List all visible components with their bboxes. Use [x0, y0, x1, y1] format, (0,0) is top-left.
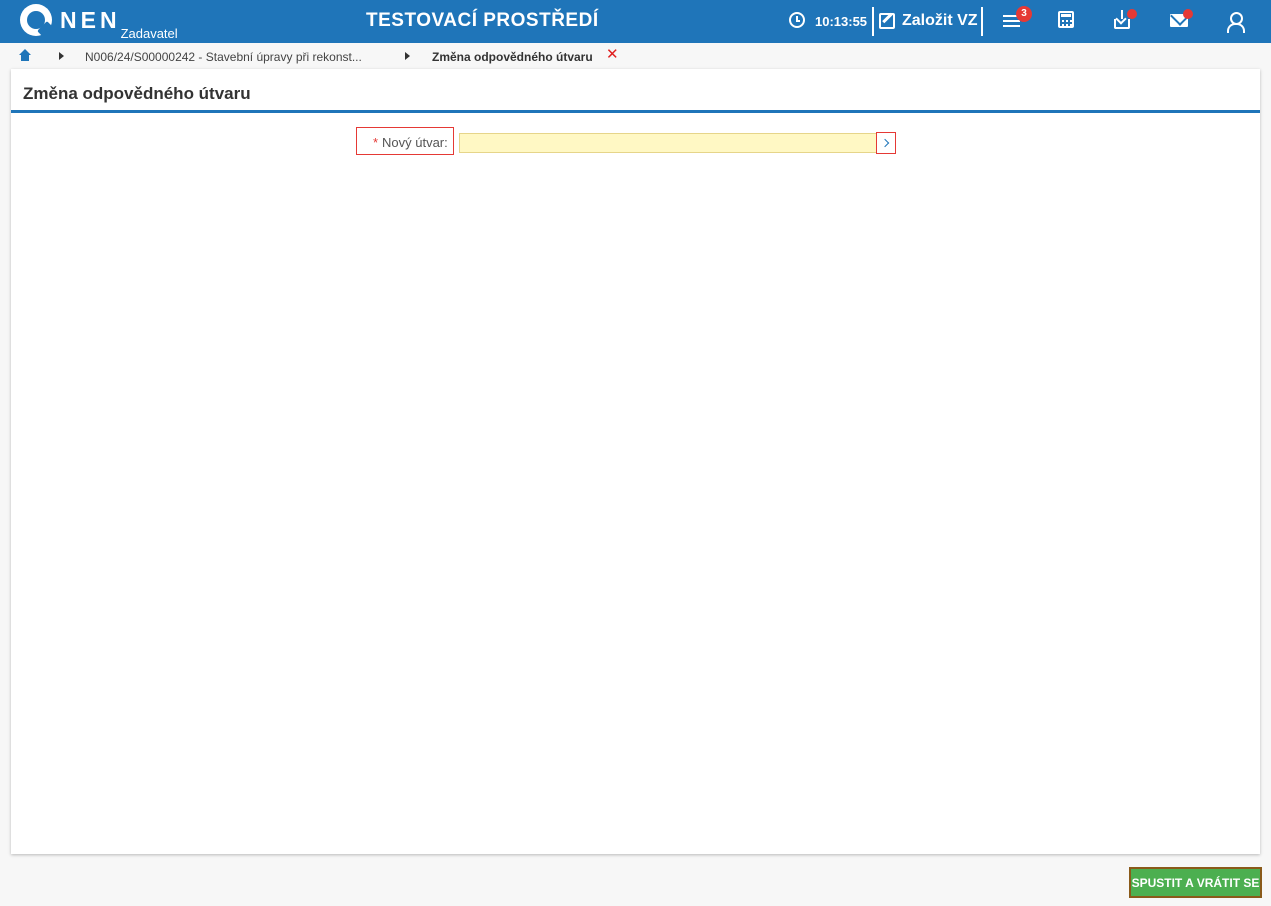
- download-arrow-icon: [1121, 10, 1123, 19]
- divider: [872, 7, 874, 36]
- new-unit-select-button[interactable]: [876, 132, 896, 154]
- main-panel: Změna odpovědného útvaru * Nový útvar:: [11, 69, 1260, 854]
- environment-title: TESTOVACÍ PROSTŘEDÍ: [366, 10, 599, 31]
- close-icon[interactable]: ✕: [606, 47, 619, 63]
- user-icon[interactable]: [1224, 11, 1246, 33]
- tasks-count-badge: 3: [1016, 6, 1032, 22]
- logo-text: NEN: [60, 7, 121, 33]
- required-marker: *: [373, 135, 379, 150]
- create-tender-label: Založit VZ: [902, 12, 978, 29]
- new-unit-label: Nový útvar:: [382, 135, 448, 150]
- chevron-right-icon: [405, 52, 410, 60]
- logo-subtitle: Zadavatel: [120, 26, 178, 41]
- breadcrumb: N006/24/S00000242 - Stavební úpravy při …: [0, 43, 1271, 69]
- divider: [981, 7, 983, 36]
- edit-icon: [879, 13, 895, 29]
- panel-header: Změna odpovědného útvaru: [11, 69, 1260, 113]
- breadcrumb-item-tender[interactable]: N006/24/S00000242 - Stavební úpravy při …: [85, 50, 362, 64]
- page-title: Změna odpovědného útvaru: [23, 84, 251, 103]
- clock-icon: [789, 12, 805, 28]
- inbox-notification-dot: [1127, 9, 1137, 19]
- logo-icon: [20, 4, 52, 36]
- chevron-right-icon: [59, 52, 64, 60]
- new-unit-input[interactable]: [459, 133, 877, 153]
- run-and-return-button[interactable]: SPUSTIT A VRÁTIT SE: [1129, 867, 1262, 898]
- calculator-icon[interactable]: [1058, 11, 1074, 28]
- create-tender-button[interactable]: Založit VZ: [879, 10, 978, 32]
- top-bar: NEN Zadavatel TESTOVACÍ PROSTŘEDÍ 10:13:…: [0, 0, 1271, 43]
- nen-logo[interactable]: NEN Zadavatel: [20, 4, 178, 41]
- breadcrumb-item-current: Změna odpovědného útvaru: [432, 50, 593, 64]
- home-icon[interactable]: [18, 49, 31, 62]
- mail-notification-dot: [1183, 9, 1193, 19]
- session-time: 10:13:55: [815, 14, 868, 29]
